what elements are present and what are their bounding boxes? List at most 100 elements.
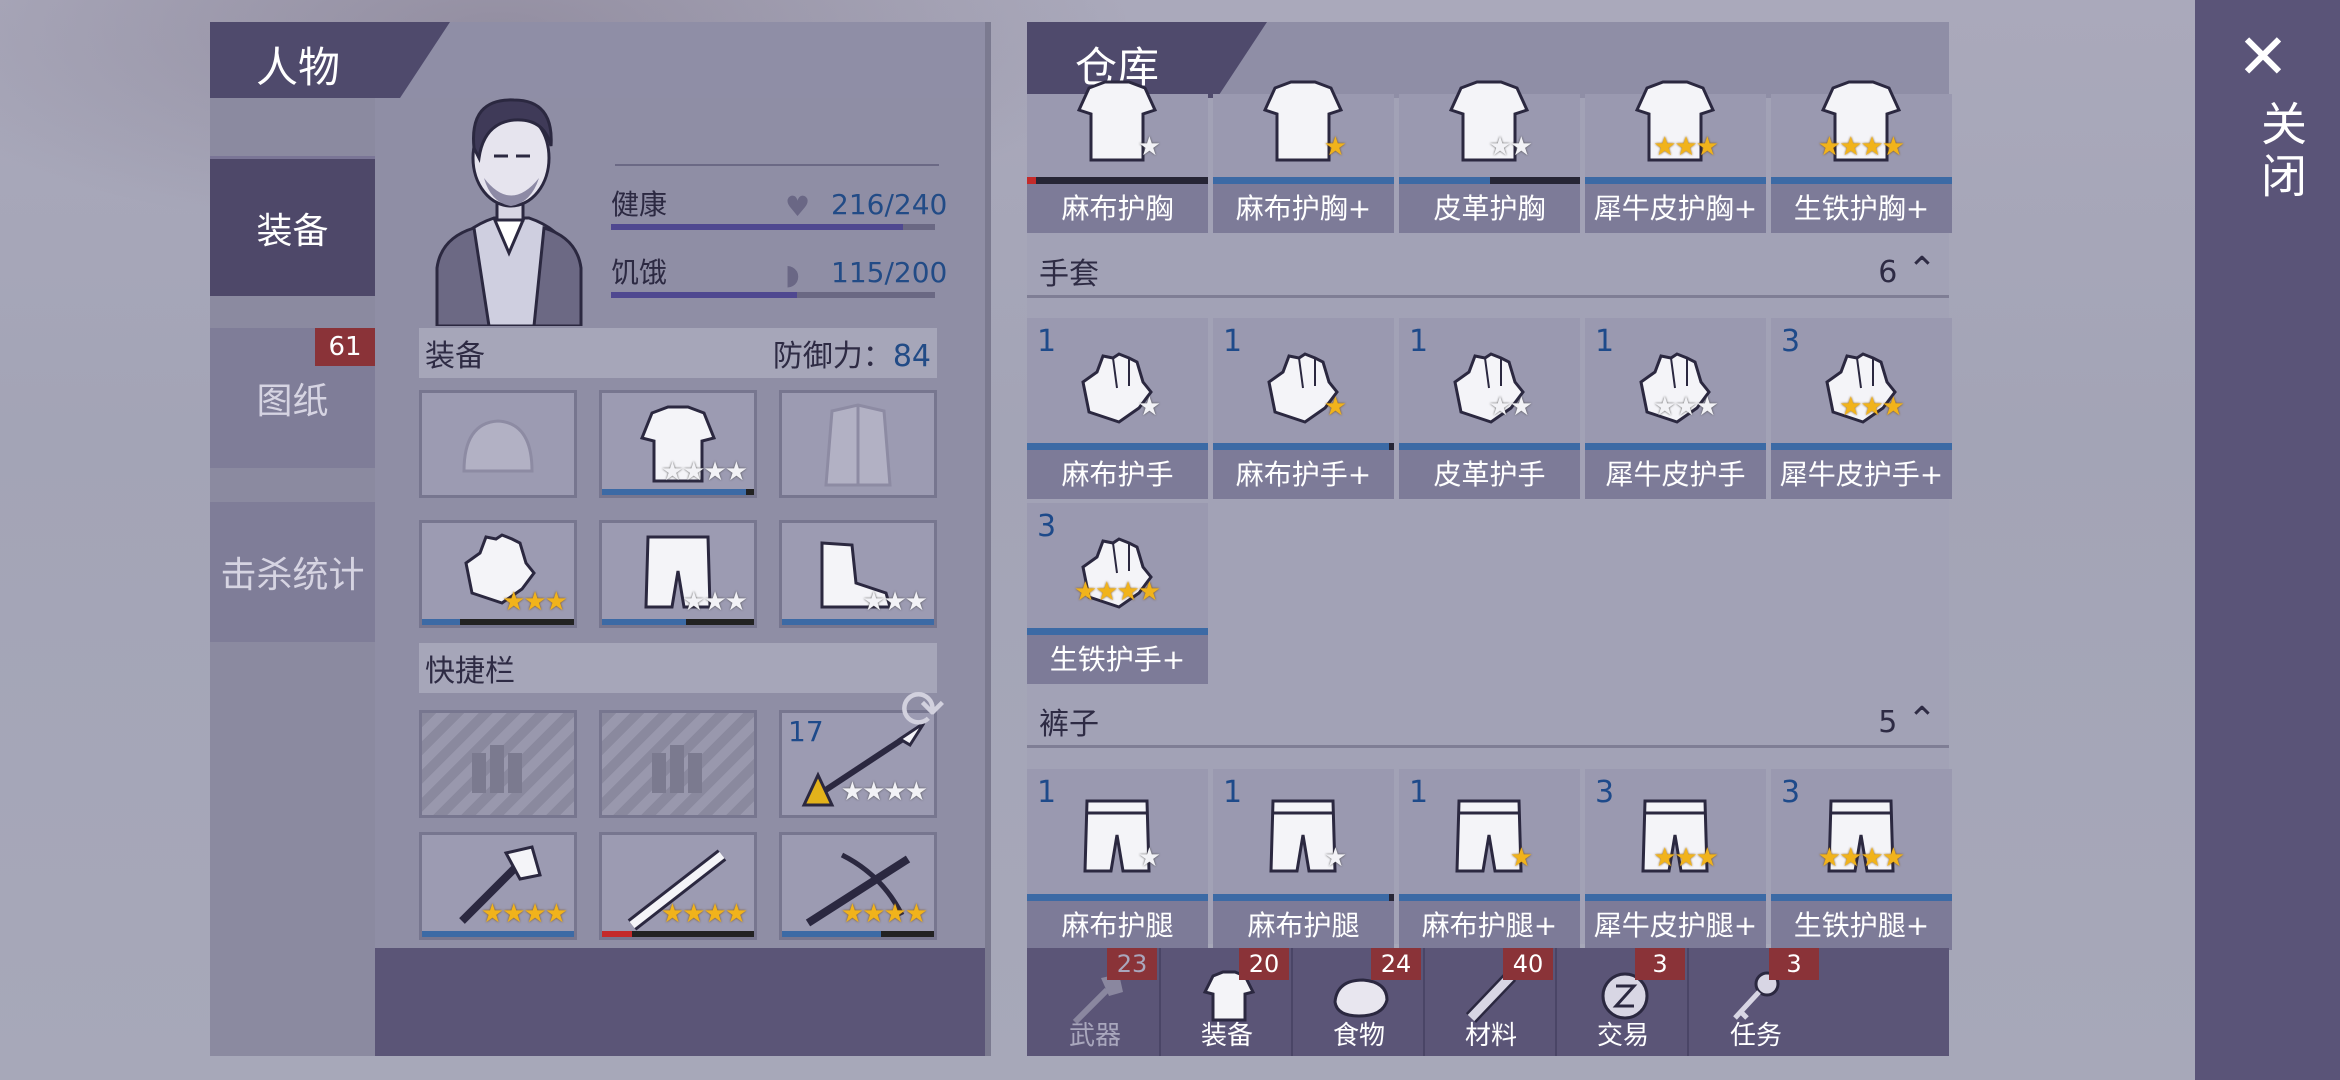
- tab-kill-stats[interactable]: 击杀统计: [210, 502, 375, 642]
- item-cell[interactable]: 1 ★★ 皮革护手: [1399, 318, 1580, 499]
- swap-icon[interactable]: ⟳: [900, 678, 945, 741]
- tab-equipment[interactable]: 装备: [210, 156, 375, 296]
- item-cell[interactable]: 3 ★★★ 犀牛皮护手+: [1771, 318, 1952, 499]
- item-cell[interactable]: 1 ★ 麻布护腿: [1027, 769, 1208, 950]
- nav-trade[interactable]: 3 交易: [1559, 948, 1689, 1056]
- item-durability-fill: [1027, 177, 1037, 184]
- glove-icon: ★★★: [1625, 340, 1725, 430]
- tab-kill-stats-label: 击杀统计: [220, 555, 365, 596]
- item-stars: ★★★★: [1817, 843, 1905, 873]
- spear-stars: ★★★★: [840, 777, 928, 807]
- item-durability: [1771, 443, 1952, 450]
- hunger-value: 115/200: [831, 256, 948, 289]
- item-quantity: 1: [1409, 324, 1429, 359]
- item-cell[interactable]: ★★★★ 生铁护胸+: [1771, 80, 1952, 233]
- warehouse-category-nav: 23 武器 20 装备 24 食物 40 材料 3 交易 3 任务: [1027, 948, 1949, 1056]
- item-durability-fill: [1585, 894, 1766, 901]
- tab-blueprints-label: 图纸: [256, 381, 329, 422]
- stomach-icon: ◗: [785, 258, 800, 291]
- item-durability: [1399, 443, 1580, 450]
- item-durability: [1585, 177, 1766, 184]
- item-cell[interactable]: 1 ★ 麻布护腿: [1213, 769, 1394, 950]
- character-title: 人物: [256, 43, 341, 92]
- chest-slot[interactable]: ★★★★: [599, 390, 757, 498]
- item-stars: ★★: [1488, 132, 1533, 162]
- item-cell[interactable]: 3 ★★★ 犀牛皮护腿+: [1585, 769, 1766, 950]
- quickbar-slot-6[interactable]: ★★★★: [779, 832, 937, 940]
- club-stars: ★★★★: [660, 899, 748, 929]
- axe-durability: [422, 931, 574, 937]
- chest-icon: ★★★★: [1811, 80, 1911, 170]
- item-name: 麻布护腿: [1027, 901, 1208, 950]
- item-stars: ★★★★: [1817, 132, 1905, 162]
- quickbar-slot-2[interactable]: [599, 710, 757, 818]
- item-stars: ★★: [1488, 392, 1533, 422]
- item-name: 皮革护胸: [1399, 184, 1580, 233]
- nav-weapons-label: 武器: [1068, 1021, 1121, 1051]
- pants-category-header[interactable]: 裤子 5 ⌃: [1027, 696, 1949, 748]
- quickbar-slot-4[interactable]: ★★★★: [419, 832, 577, 940]
- item-cell[interactable]: ★ 麻布护胸: [1027, 80, 1208, 233]
- item-durability-fill: [1213, 177, 1394, 184]
- item-name: 生铁护手+: [1027, 635, 1208, 684]
- chest-slot-durability-fill: [602, 489, 747, 495]
- item-name: 皮革护手: [1399, 450, 1580, 499]
- item-cell[interactable]: ★★ 皮革护胸: [1399, 80, 1580, 233]
- head-slot[interactable]: [419, 390, 577, 498]
- pants-slot-stars: ★★★: [682, 587, 748, 617]
- item-cell[interactable]: ★★★ 犀牛皮护胸+: [1585, 80, 1766, 233]
- hunger-label: 饥饿: [611, 256, 668, 289]
- hat-icon: [462, 419, 534, 473]
- item-durability-fill: [1213, 443, 1389, 450]
- close-icon[interactable]: ✕: [2237, 20, 2289, 93]
- pants-slot[interactable]: ★★★: [599, 520, 757, 628]
- health-value: 216/240: [831, 188, 948, 221]
- item-name: 麻布护胸: [1027, 184, 1208, 233]
- item-cell[interactable]: ★ 麻布护胸+: [1213, 80, 1394, 233]
- nav-equipment-badge: 20: [1239, 948, 1289, 980]
- boots-slot[interactable]: ★★★: [779, 520, 937, 628]
- item-durability-fill: [1771, 177, 1952, 184]
- chevron-up-icon: ⌃: [1906, 250, 1937, 291]
- item-durability: [1027, 177, 1208, 184]
- nav-equipment[interactable]: 20 装备: [1163, 948, 1293, 1056]
- equipment-section-header: 装备 防御力：84: [419, 328, 937, 378]
- item-durability-fill: [1027, 894, 1208, 901]
- health-bar: [611, 224, 935, 230]
- nav-food[interactable]: 24 食物: [1295, 948, 1425, 1056]
- item-name: 麻布护手: [1027, 450, 1208, 499]
- stats-divider: [615, 164, 939, 166]
- item-cell[interactable]: 3 ★★★★ 生铁护手+: [1027, 503, 1208, 684]
- item-durability: [1771, 177, 1952, 184]
- item-stars: ★: [1323, 392, 1347, 422]
- item-name: 犀牛皮护手+: [1771, 450, 1952, 499]
- nav-quest[interactable]: 3 任务: [1691, 948, 1821, 1056]
- item-durability: [1027, 894, 1208, 901]
- item-stars: ★★★★: [1073, 577, 1161, 607]
- gloves-category-count: 6: [1878, 255, 1898, 290]
- quickbar-slot-5[interactable]: ★★★★: [599, 832, 757, 940]
- quickbar-slot-1[interactable]: [419, 710, 577, 818]
- item-cell[interactable]: 1 ★ 麻布护手: [1027, 318, 1208, 499]
- chest-icon: ★: [1253, 80, 1353, 170]
- item-name: 生铁护胸+: [1771, 184, 1952, 233]
- nav-weapons[interactable]: 23 武器: [1031, 948, 1161, 1056]
- pants-icon: ★★★: [1625, 791, 1725, 881]
- item-cell[interactable]: 1 ★ 麻布护腿+: [1399, 769, 1580, 950]
- coat-slot[interactable]: [779, 390, 937, 498]
- pants-icon: ★: [1439, 791, 1539, 881]
- item-durability: [1027, 628, 1208, 635]
- gloves-slot-durability: [422, 619, 574, 625]
- defense-display: 防御力：84: [773, 331, 931, 375]
- gloves-category-header[interactable]: 手套 6 ⌃: [1027, 246, 1949, 298]
- defense-value: 84: [892, 339, 931, 374]
- item-cell[interactable]: 3 ★★★★ 生铁护腿+: [1771, 769, 1952, 950]
- item-cell[interactable]: 1 ★★★ 犀牛皮护手: [1585, 318, 1766, 499]
- nav-materials-label: 材料: [1464, 1021, 1517, 1051]
- item-cell[interactable]: 1 ★ 麻布护手+: [1213, 318, 1394, 499]
- item-durability-fill: [1771, 894, 1952, 901]
- quickbar-label: 快捷栏: [425, 654, 515, 689]
- nav-materials[interactable]: 40 材料: [1427, 948, 1557, 1056]
- gloves-slot[interactable]: ★★★: [419, 520, 577, 628]
- close-label[interactable]: 关闭: [2248, 100, 2314, 204]
